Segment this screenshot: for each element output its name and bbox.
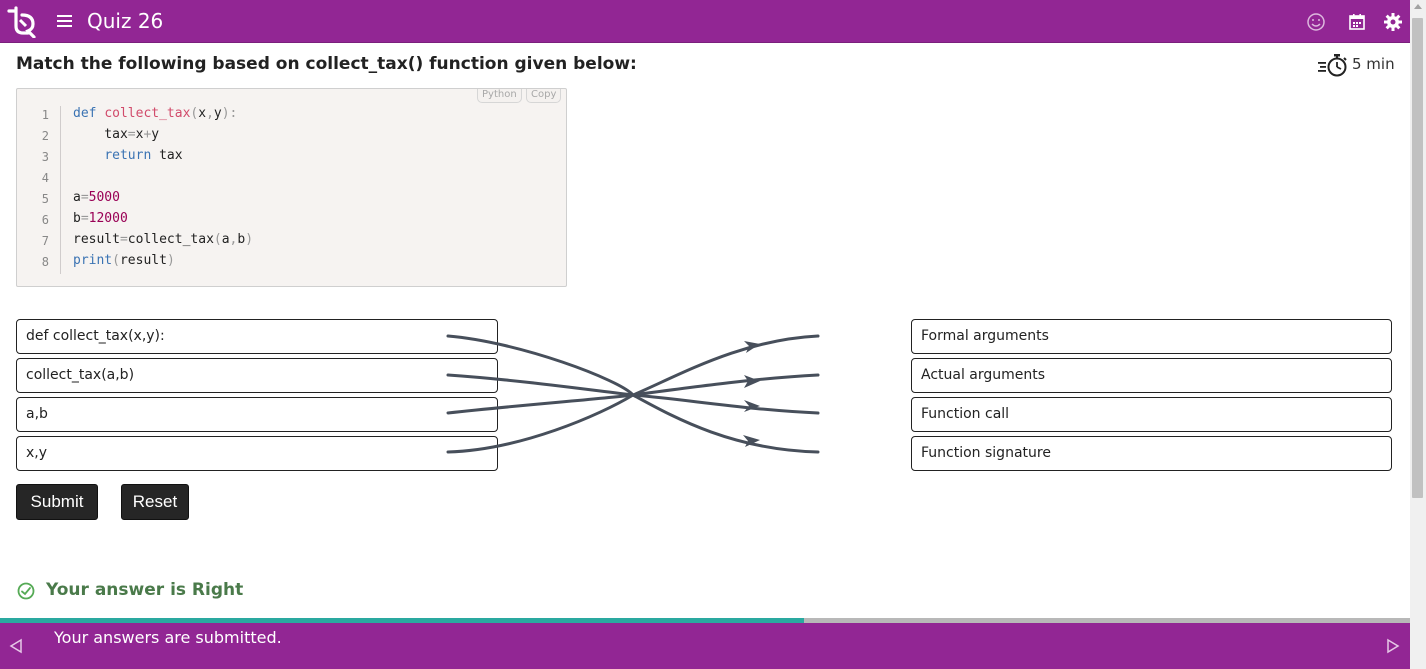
- code-token: ):: [221, 106, 238, 121]
- line-number: 2: [41, 129, 49, 143]
- line-number: 5: [41, 192, 49, 206]
- page-title: Quiz 26: [87, 9, 164, 33]
- line-number: 7: [41, 234, 49, 248]
- code-token: =: [80, 190, 89, 205]
- code-token: collect_tax: [104, 106, 191, 121]
- line-number: 1: [41, 108, 49, 122]
- code-token: =: [80, 211, 89, 226]
- connector-xy-to-formal: [446, 334, 820, 454]
- code-token: ): [245, 232, 254, 247]
- code-token: 12000: [88, 211, 128, 226]
- code-token: =: [127, 127, 136, 142]
- check-circle-icon: [17, 582, 35, 600]
- line-number: 8: [41, 255, 49, 269]
- code-token: (: [112, 253, 120, 268]
- code-line: print(result): [73, 253, 175, 268]
- code-line: return tax: [104, 148, 183, 163]
- code-language-badge: Python: [477, 89, 522, 103]
- copy-code-button[interactable]: Copy: [526, 89, 562, 103]
- right-match-item[interactable]: Actual arguments: [911, 358, 1392, 393]
- result-message: Your answer is Right: [46, 580, 244, 600]
- code-line: result=collect_tax(a,b): [73, 232, 254, 247]
- stopwatch-icon: [1318, 54, 1347, 77]
- footer-bar: Your answers are submitted.: [0, 623, 1410, 669]
- left-match-item[interactable]: a,b: [16, 397, 498, 432]
- connector-arrowheads: [743, 341, 760, 447]
- code-token: ,: [229, 232, 238, 247]
- hamburger-menu-icon[interactable]: [57, 14, 74, 29]
- timer-text: 5 min: [1352, 55, 1395, 73]
- previous-arrow-icon[interactable]: [9, 638, 23, 654]
- code-token: (: [213, 232, 222, 247]
- code-line: b=12000: [73, 211, 128, 226]
- scrollbar-thumb[interactable]: [1412, 18, 1423, 498]
- calendar-icon[interactable]: [1347, 12, 1367, 32]
- connector-paths: [446, 334, 820, 454]
- code-line: a=5000: [73, 190, 120, 205]
- question-text: Match the following based on collect_tax…: [16, 54, 637, 74]
- line-number-gutter: 1 2 3 4 5 6 7 8: [17, 106, 61, 274]
- line-number: 4: [41, 171, 49, 185]
- settings-gear-icon[interactable]: [1383, 12, 1403, 32]
- left-match-item[interactable]: collect_tax(a,b): [16, 358, 498, 393]
- left-match-item[interactable]: x,y: [16, 436, 498, 471]
- code-line: def collect_tax(x,y):: [73, 106, 238, 121]
- code-token: return: [104, 148, 152, 163]
- submit-button[interactable]: Submit: [16, 484, 98, 520]
- line-number: 6: [41, 213, 49, 227]
- right-match-item[interactable]: Function call: [911, 397, 1392, 432]
- code-token: 5000: [88, 190, 120, 205]
- next-arrow-icon[interactable]: [1386, 638, 1400, 654]
- top-bar: Quiz 26: [0, 0, 1410, 43]
- app-logo-icon[interactable]: [6, 6, 38, 38]
- left-match-item[interactable]: def collect_tax(x,y):: [16, 319, 498, 354]
- code-token: ,: [206, 106, 214, 121]
- code-token: print: [73, 253, 113, 268]
- code-token: (: [190, 106, 199, 121]
- code-token: def: [73, 106, 97, 121]
- right-match-item[interactable]: Function signature: [911, 436, 1392, 471]
- scroll-up-arrow-icon[interactable]: [1414, 4, 1422, 9]
- code-block: Python Copy 1 2 3 4 5 6 7 8 def collect_…: [16, 88, 567, 287]
- match-connector-lines: [446, 334, 820, 454]
- smiley-icon[interactable]: [1306, 12, 1326, 32]
- code-token: ): [166, 253, 175, 268]
- code-token: =: [119, 232, 128, 247]
- line-number: 3: [41, 150, 49, 164]
- right-match-item[interactable]: Formal arguments: [911, 319, 1392, 354]
- code-token: +: [143, 127, 152, 142]
- code-line: tax=x+y: [73, 127, 160, 142]
- footer-status-text: Your answers are submitted.: [54, 628, 282, 647]
- reset-button[interactable]: Reset: [121, 484, 189, 520]
